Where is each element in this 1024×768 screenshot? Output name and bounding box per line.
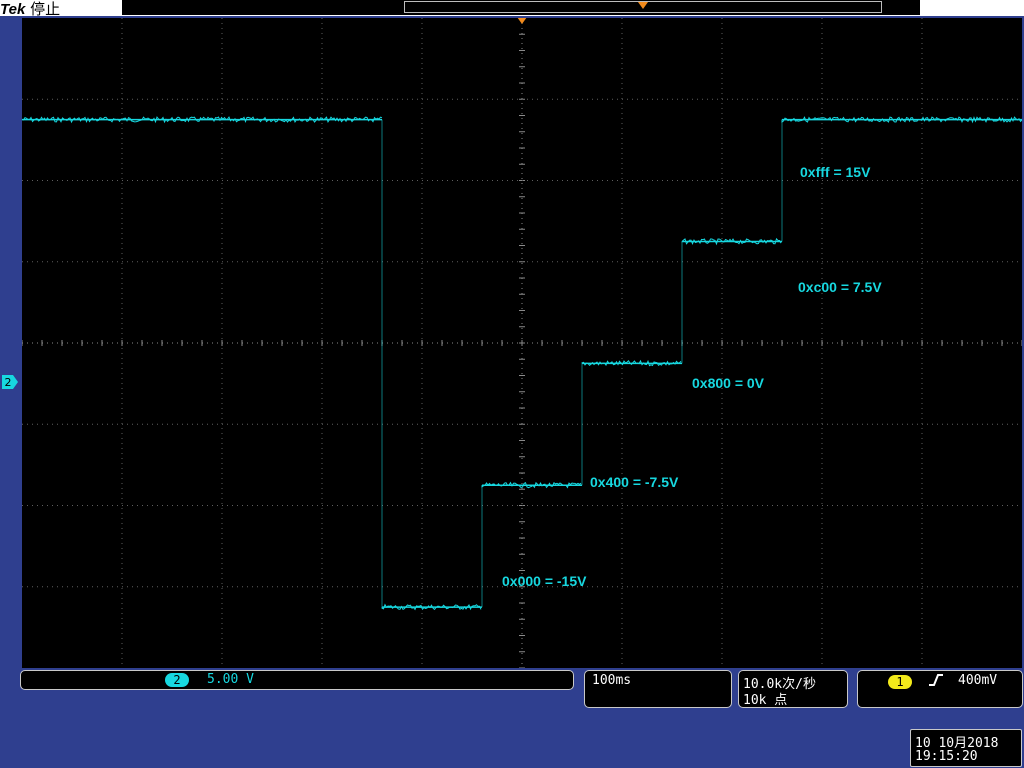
trigger-source-badge: 1 xyxy=(888,675,912,689)
channel-marker-label: 2 xyxy=(5,376,12,389)
trigger-level-value: 400mV xyxy=(958,673,998,688)
vertical-scale-value: 5.00 V xyxy=(207,672,254,687)
annotation-0x800: 0x800 = 0V xyxy=(692,375,765,391)
annotation-0xc00: 0xc00 = 7.5V xyxy=(798,279,882,295)
trigger-readout[interactable]: 1 400mV xyxy=(857,670,1023,708)
brand-status: Tek 停止 xyxy=(0,0,61,18)
waveform-display[interactable]: 0xfff = 15V 0xc00 = 7.5V 0x800 = 0V 0x40… xyxy=(22,18,1022,668)
trigger-time-marker-icon[interactable] xyxy=(517,18,527,24)
top-status-bar: Tek 停止 xyxy=(0,0,1024,18)
channel-badge: 2 xyxy=(165,673,189,687)
record-overview-bar[interactable] xyxy=(122,0,920,15)
run-status: 停止 xyxy=(30,0,61,18)
annotation-0x000: 0x000 = -15V xyxy=(502,573,587,589)
channel-2-scale-readout[interactable]: 2 5.00 V xyxy=(20,670,574,690)
rising-edge-icon xyxy=(926,672,946,692)
brand-logo: Tek xyxy=(0,1,26,18)
annotation-0x400: 0x400 = -7.5V xyxy=(590,474,679,490)
record-length-value: 10k 点 xyxy=(743,693,788,708)
datetime-readout: 10 10月2018 19:15:20 xyxy=(910,729,1022,767)
waveform-trace xyxy=(22,116,1022,611)
trigger-position-icon xyxy=(638,2,648,9)
timebase-readout[interactable]: 100ms xyxy=(584,670,732,708)
acquisition-readout[interactable]: 10.0k次/秒 10k 点 xyxy=(738,670,848,708)
timebase-value: 100ms xyxy=(592,673,632,688)
annotation-0xfff: 0xfff = 15V xyxy=(800,164,871,180)
time-value: 19:15:20 xyxy=(915,749,978,764)
channel-2-ground-marker-icon[interactable]: 2 xyxy=(1,374,19,390)
